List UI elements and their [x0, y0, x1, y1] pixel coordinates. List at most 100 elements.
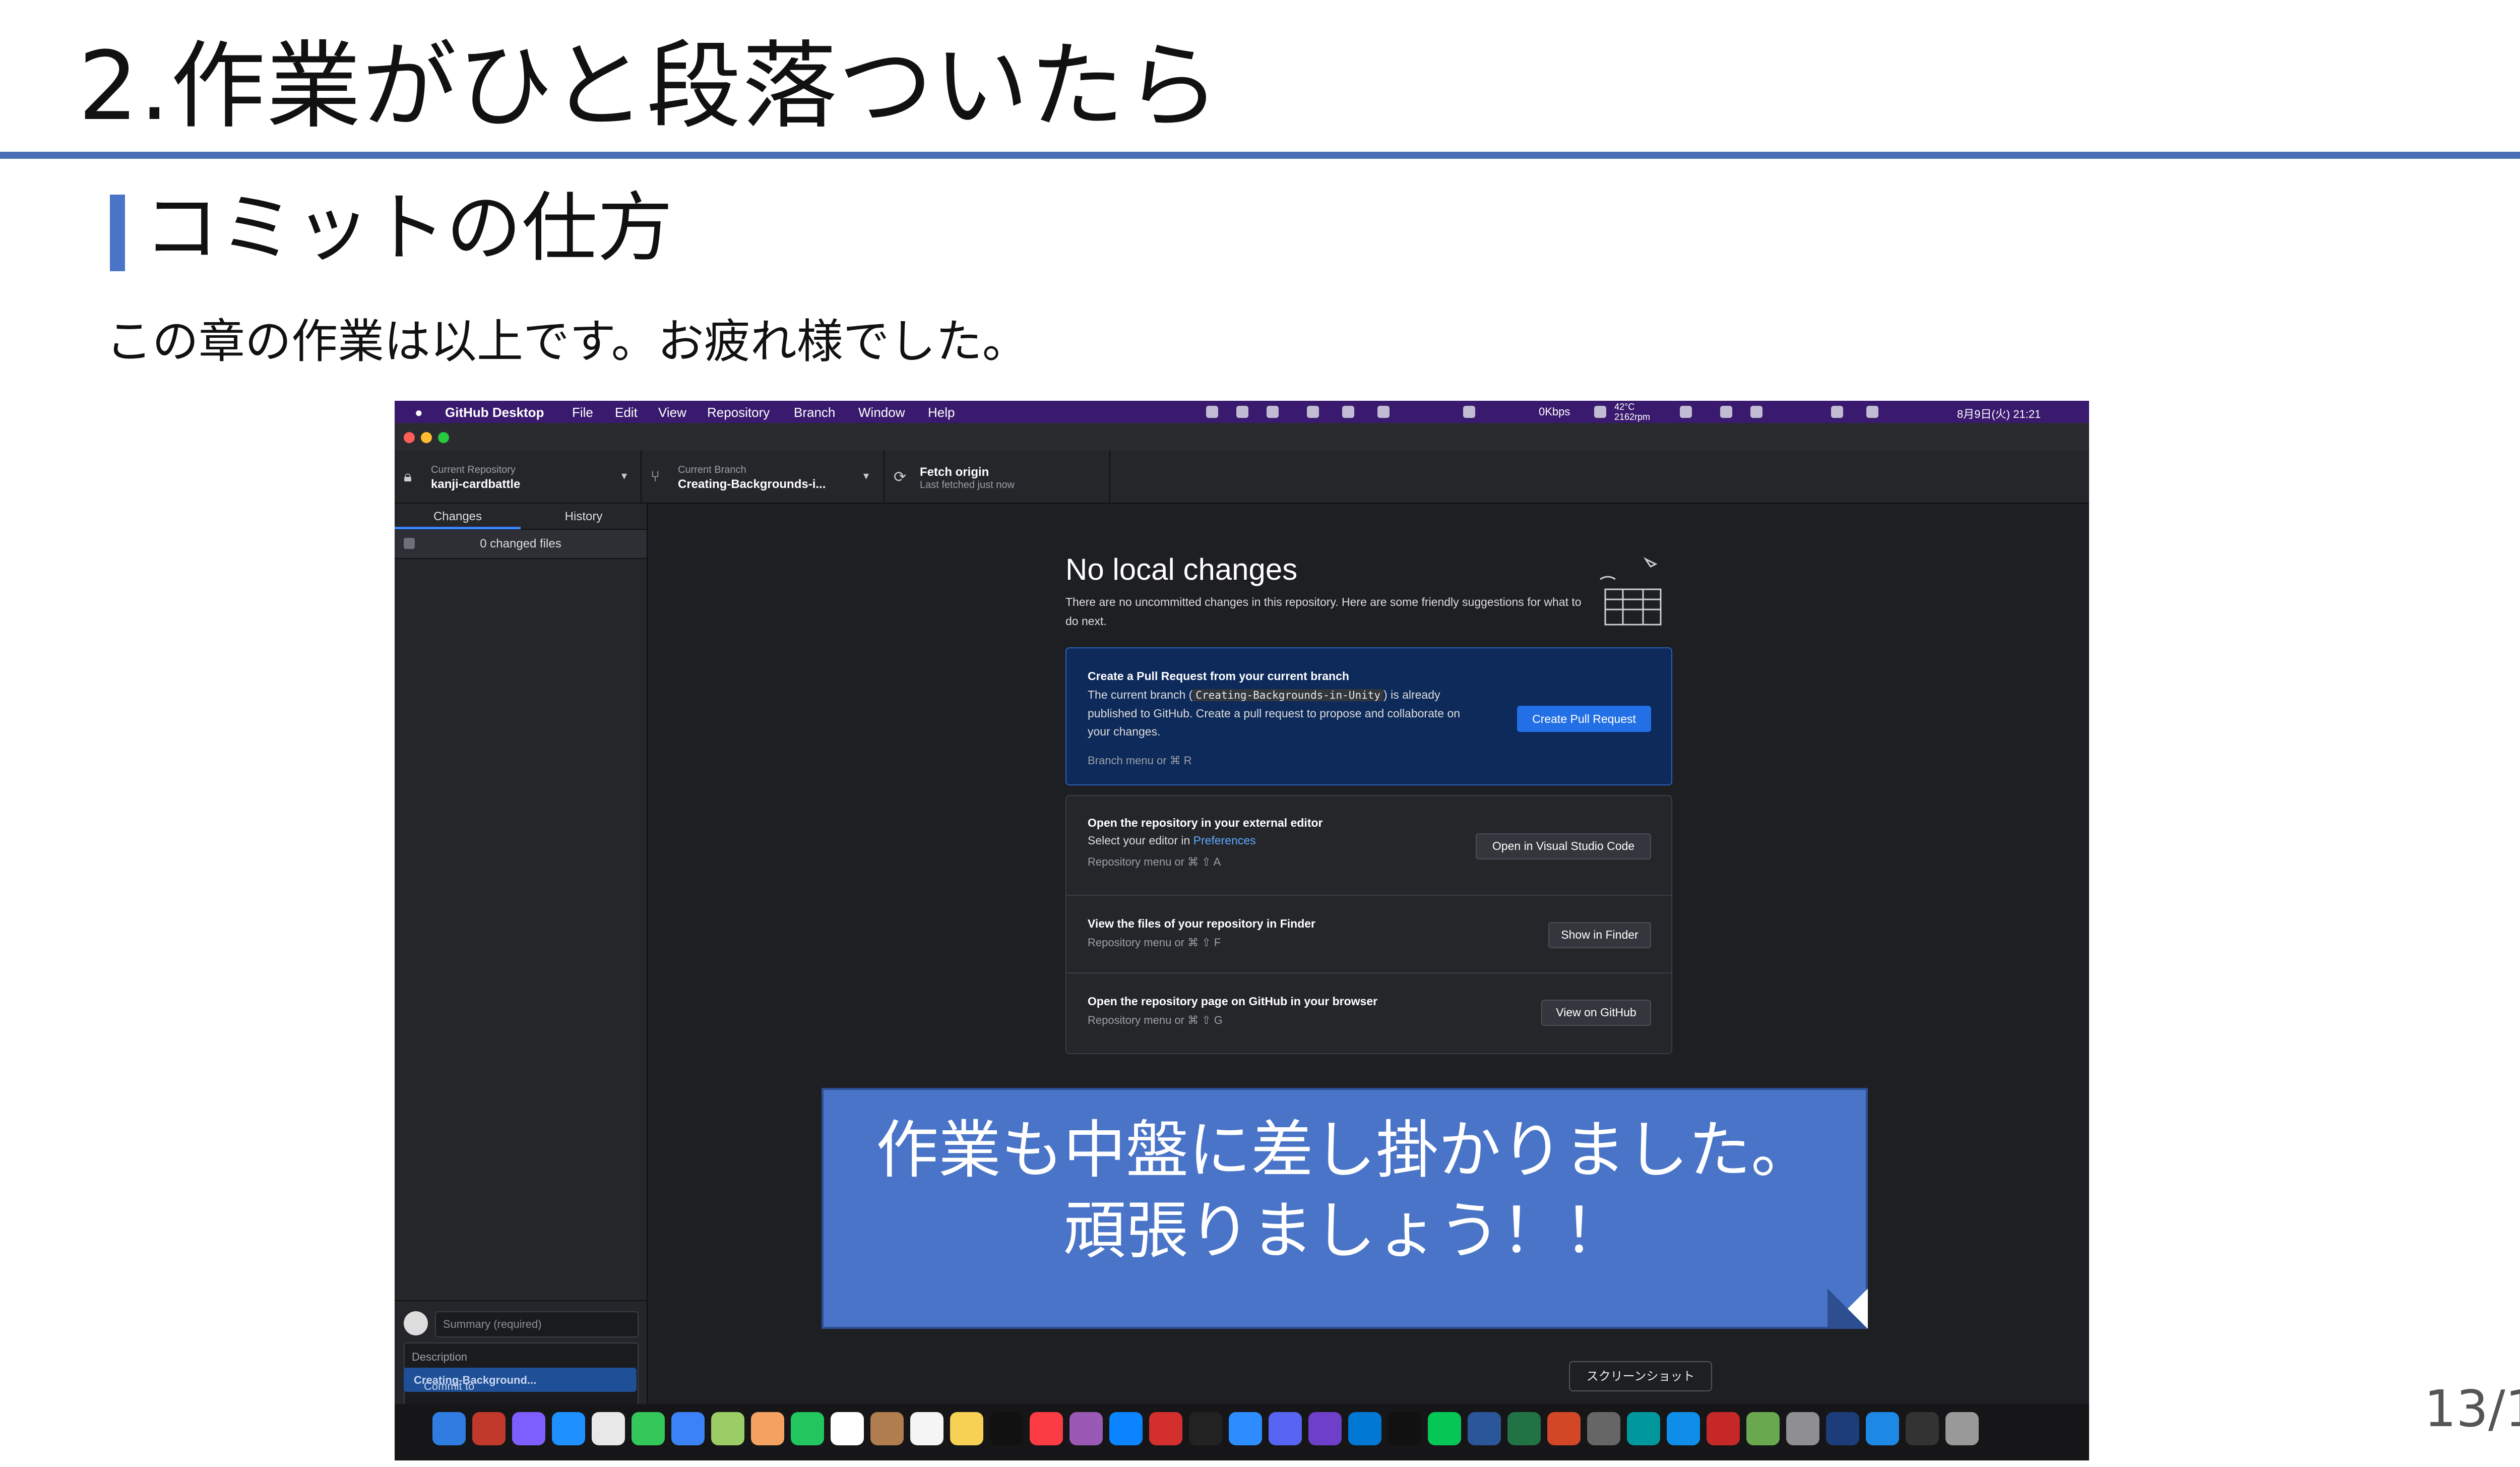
changed-files-header: 0 changed files: [395, 530, 647, 559]
finder-icon[interactable]: [432, 1412, 466, 1445]
preferences-link[interactable]: Preferences: [1193, 834, 1256, 847]
status-app-icon[interactable]: [1267, 406, 1279, 418]
callout-line-2: 頑張りましょう！！: [1063, 1195, 1626, 1267]
status-app-icon[interactable]: [1463, 406, 1475, 418]
excel-icon[interactable]: [1507, 1412, 1541, 1445]
1password-icon[interactable]: [1826, 1412, 1859, 1445]
pr-card-title: Create a Pull Request from your current …: [1088, 669, 1349, 683]
autocad-icon[interactable]: [1707, 1412, 1740, 1445]
podcasts-icon[interactable]: [1069, 1412, 1103, 1445]
screenshot-icon[interactable]: [1587, 1412, 1620, 1445]
preview-icon[interactable]: [1866, 1412, 1899, 1445]
search-icon[interactable]: [1831, 406, 1843, 418]
terminal-icon[interactable]: [1388, 1412, 1421, 1445]
battery-icon[interactable]: [1750, 406, 1762, 418]
finder-shortcut: Repository menu or ⌘ ⇧ F: [1088, 936, 1221, 949]
music-icon[interactable]: [1030, 1412, 1063, 1445]
create-pull-request-button[interactable]: Create Pull Request: [1517, 706, 1651, 732]
active-tab-indicator: [395, 527, 521, 529]
zoom-window-button[interactable]: [438, 432, 449, 443]
repo-caption: Current Repository: [431, 464, 516, 475]
calendar-icon[interactable]: [831, 1412, 864, 1445]
github-row-title: Open the repository page on GitHub in yo…: [1088, 995, 1378, 1008]
filezilla-icon[interactable]: [472, 1412, 506, 1445]
status-app-icon[interactable]: [1342, 406, 1354, 418]
line-status-icon[interactable]: [1377, 406, 1390, 418]
commit-button[interactable]: Commit to Creating-Background...: [404, 1368, 637, 1392]
minecraft-icon[interactable]: [1746, 1412, 1780, 1445]
appletv-icon[interactable]: [990, 1412, 1023, 1445]
menu-window[interactable]: Window: [858, 405, 905, 420]
line-icon[interactable]: [1428, 1412, 1461, 1445]
reminders-icon[interactable]: [910, 1412, 943, 1445]
teamviewer-icon[interactable]: [1667, 1412, 1700, 1445]
chrome-icon[interactable]: [592, 1412, 625, 1445]
mac-menubar: ● GitHub Desktop File Edit View Reposito…: [395, 401, 2089, 423]
zoom-icon[interactable]: [1229, 1412, 1262, 1445]
github-desktop-icon[interactable]: [1308, 1412, 1342, 1445]
row-divider: [1066, 895, 1671, 896]
row-divider: [1066, 972, 1671, 973]
minimize-window-button[interactable]: [421, 432, 432, 443]
maps-icon[interactable]: [711, 1412, 744, 1445]
menubar-clock[interactable]: 8月9日(火) 21:21: [1957, 405, 2041, 421]
menu-repository[interactable]: Repository: [707, 405, 770, 420]
summary-input[interactable]: Summary (required): [435, 1311, 639, 1337]
arduino-icon[interactable]: [1627, 1412, 1660, 1445]
tab-history[interactable]: History: [521, 510, 647, 524]
window-titlebar: [395, 423, 2089, 450]
open-in-vscode-button[interactable]: Open in Visual Studio Code: [1476, 833, 1651, 860]
create-pull-request-card: Create a Pull Request from your current …: [1065, 647, 1672, 785]
contacts-icon[interactable]: [870, 1412, 904, 1445]
editor-row-text: Select your editor in Preferences: [1088, 834, 1256, 847]
facetime-icon[interactable]: [791, 1412, 824, 1445]
word-icon[interactable]: [1468, 1412, 1501, 1445]
show-in-finder-button[interactable]: Show in Finder: [1548, 922, 1651, 948]
summary-placeholder: Summary (required): [443, 1318, 542, 1330]
tab-changes[interactable]: Changes: [395, 510, 521, 524]
messages-icon[interactable]: [632, 1412, 665, 1445]
control-center-icon[interactable]: [1866, 406, 1878, 418]
apple-icon[interactable]: ●: [415, 405, 423, 420]
menu-help[interactable]: Help: [928, 405, 955, 420]
fetch-subtitle: Last fetched just now: [920, 479, 1015, 491]
page-number: 13/17: [2424, 1379, 2520, 1438]
section-title: コミットの仕方: [144, 185, 673, 272]
status-app-icon[interactable]: [1307, 406, 1319, 418]
changed-files-count: 0 changed files: [480, 537, 561, 551]
commit-prefix: Commit to: [424, 1380, 475, 1392]
wifi-off-icon[interactable]: [1680, 406, 1692, 418]
settings-icon[interactable]: [1786, 1412, 1819, 1445]
mac-dock: [395, 1404, 2089, 1460]
vscode-icon[interactable]: [1348, 1412, 1381, 1445]
bluetooth-icon[interactable]: [1720, 406, 1732, 418]
close-window-button[interactable]: [404, 432, 415, 443]
safari-icon[interactable]: [552, 1412, 585, 1445]
view-on-github-button[interactable]: View on GitHub: [1541, 1000, 1651, 1026]
acrobat-icon[interactable]: [1149, 1412, 1182, 1445]
menu-edit[interactable]: Edit: [615, 405, 638, 420]
photos-icon[interactable]: [751, 1412, 784, 1445]
fetch-origin-button[interactable]: ⟳ Fetch origin Last fetched just now: [885, 450, 1110, 503]
menu-file[interactable]: File: [572, 405, 593, 420]
unity-hub-icon[interactable]: [1906, 1412, 1939, 1445]
powerpoint-icon[interactable]: [1547, 1412, 1581, 1445]
discord-icon[interactable]: [1269, 1412, 1302, 1445]
current-branch-selector[interactable]: ⑂ Current Branch Creating-Backgrounds-i.…: [642, 450, 885, 503]
menu-app-name[interactable]: GitHub Desktop: [445, 405, 544, 420]
notes-icon[interactable]: [950, 1412, 983, 1445]
cpu-icon[interactable]: [1594, 406, 1606, 418]
no-changes-title: No local changes: [1065, 553, 1298, 586]
status-app-icon[interactable]: [1236, 406, 1248, 418]
current-repository-selector[interactable]: 🔒︎ Current Repository kanji-cardbattle ▾: [395, 450, 642, 503]
launchpad-icon[interactable]: [512, 1412, 545, 1445]
mail-icon[interactable]: [671, 1412, 705, 1445]
menu-view[interactable]: View: [658, 405, 686, 420]
description-placeholder: Description: [412, 1351, 468, 1363]
trash-icon[interactable]: [1945, 1412, 1979, 1445]
callout-text: 作業も中盤に差し掛かりました。 頑張りましょう！！: [824, 1110, 1866, 1271]
menu-branch[interactable]: Branch: [794, 405, 835, 420]
unity-icon[interactable]: [1189, 1412, 1222, 1445]
appstore-icon[interactable]: [1109, 1412, 1143, 1445]
location-icon[interactable]: [1206, 406, 1218, 418]
